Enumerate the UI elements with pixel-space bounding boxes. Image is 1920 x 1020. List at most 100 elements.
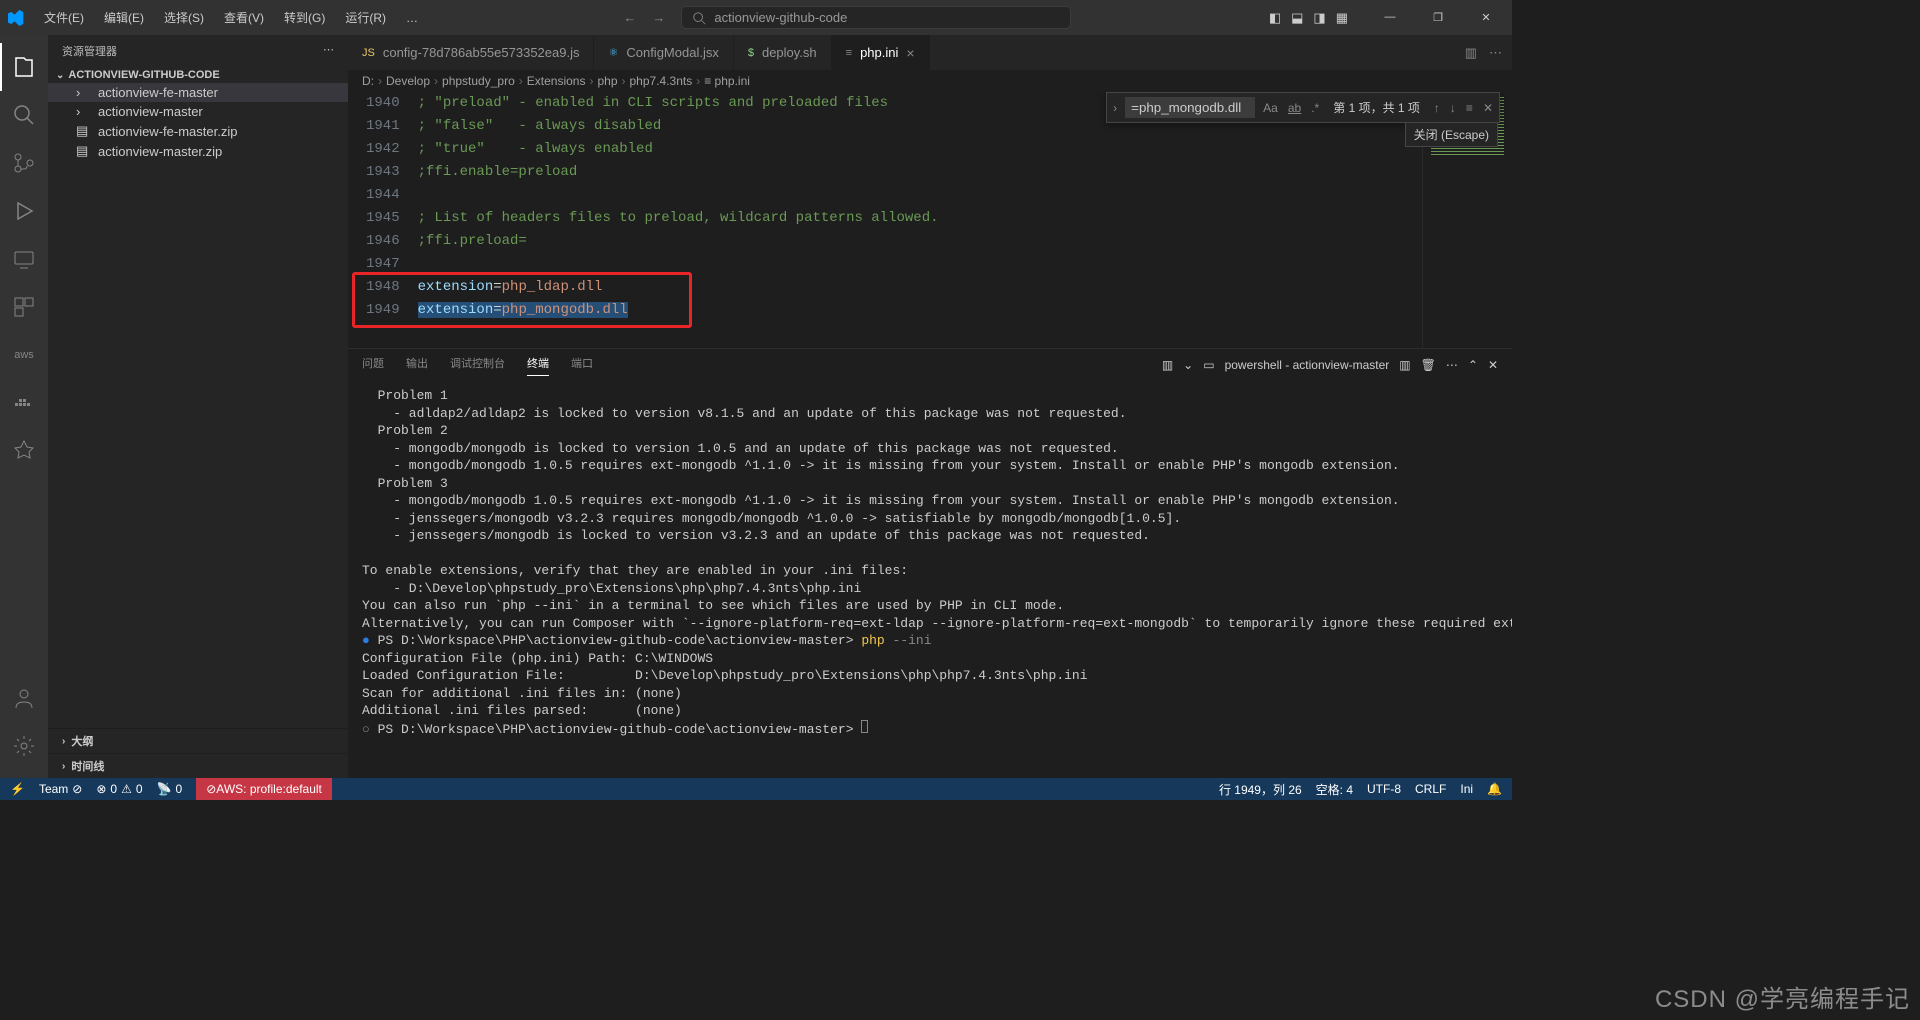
editor-tab[interactable]: $deploy.sh <box>734 35 832 70</box>
menu-run[interactable]: 运行(R) <box>337 5 394 30</box>
close-window-button[interactable]: ✕ <box>1468 11 1504 24</box>
terminal-output[interactable]: Problem 1 - adldap2/adldap2 is locked to… <box>348 381 1512 778</box>
find-close-icon[interactable]: ✕ <box>1481 101 1495 115</box>
status-team[interactable]: Team ⊘ <box>39 782 82 796</box>
tree-item[interactable]: ▤actionview-fe-master.zip <box>48 121 348 141</box>
outline-section[interactable]: ›大纲 <box>48 728 348 753</box>
tab-close-icon[interactable]: × <box>906 45 914 61</box>
panel-tab[interactable]: 端口 <box>571 355 593 376</box>
react-icon: ⚛ <box>608 46 618 59</box>
find-next-icon[interactable]: ↓ <box>1448 101 1458 115</box>
find-input[interactable] <box>1125 97 1255 118</box>
tree-item[interactable]: ›actionview-master <box>48 102 348 121</box>
layout-bottom-icon[interactable]: ⬓ <box>1291 10 1303 26</box>
panel-tab[interactable]: 终端 <box>527 355 549 376</box>
menu-file[interactable]: 文件(E) <box>36 5 92 30</box>
project-header[interactable]: ⌄ ACTIONVIEW-GITHUB-CODE <box>48 67 348 83</box>
panel-tab[interactable]: 调试控制台 <box>450 355 505 376</box>
panel-tab[interactable]: 输出 <box>406 355 428 376</box>
activity-run-debug[interactable] <box>0 187 48 235</box>
command-center[interactable]: actionview-github-code <box>681 6 1071 29</box>
find-status: 第 1 项，共 1 项 <box>1327 99 1426 116</box>
editor-tab[interactable]: ⚛ConfigModal.jsx <box>594 35 733 70</box>
find-prev-icon[interactable]: ↑ <box>1432 101 1442 115</box>
editor-tab[interactable]: JSconfig-78d786ab55e573352ea9.js <box>348 35 594 70</box>
find-expand-icon[interactable]: › <box>1111 101 1119 115</box>
find-regex-icon[interactable]: .* <box>1309 101 1321 115</box>
status-problems[interactable]: ⊗ 0 ⚠ 0 <box>96 782 142 796</box>
breadcrumb-item[interactable]: php7.4.3nts <box>630 74 693 88</box>
status-cursor[interactable]: 行 1949，列 26 <box>1219 781 1302 798</box>
breadcrumb-item[interactable]: phpstudy_pro <box>442 74 515 88</box>
panel-shell-label[interactable]: powershell - actionview-master <box>1225 358 1390 372</box>
tab-more-icon[interactable]: ⋯ <box>1489 45 1502 61</box>
code-content[interactable]: ; "preload" - enabled in CLI scripts and… <box>418 92 1422 348</box>
panel-maximize-icon[interactable]: ⌃ <box>1468 358 1478 372</box>
status-encoding[interactable]: UTF-8 <box>1367 781 1401 798</box>
panel-close-icon[interactable]: ✕ <box>1488 358 1498 372</box>
find-widget: › Aa ab .* 第 1 项，共 1 项 ↑ ↓ ≡ ✕ <box>1106 92 1500 123</box>
layout-right-icon[interactable]: ◨ <box>1313 10 1325 26</box>
breadcrumb[interactable]: D:›Develop›phpstudy_pro›Extensions›php›p… <box>348 70 1512 92</box>
activity-bar: aws <box>0 35 48 778</box>
vscode-logo <box>8 10 24 26</box>
menu-view[interactable]: 查看(V) <box>216 5 272 30</box>
remote-indicator-icon[interactable]: ⚡ <box>10 782 25 796</box>
activity-settings[interactable] <box>0 722 48 770</box>
panel-new-terminal-icon[interactable]: ▥ <box>1399 358 1410 372</box>
activity-source-control[interactable] <box>0 139 48 187</box>
activity-other[interactable] <box>0 427 48 475</box>
folder-icon: › <box>76 104 92 119</box>
activity-search[interactable] <box>0 91 48 139</box>
tree-item[interactable]: ▤actionview-master.zip <box>48 141 348 161</box>
activity-extensions[interactable] <box>0 283 48 331</box>
activity-explorer[interactable] <box>0 43 48 91</box>
panel-split-dropdown-icon[interactable]: ⌄ <box>1183 358 1193 372</box>
minimize-button[interactable]: — <box>1372 11 1408 24</box>
activity-remote[interactable] <box>0 235 48 283</box>
tree-item-label: actionview-fe-master.zip <box>98 124 237 139</box>
editor-body[interactable]: 1940194119421943194419451946194719481949… <box>348 92 1512 348</box>
menu-goto[interactable]: 转到(G) <box>276 5 333 30</box>
panel-trash-icon[interactable]: 🗑 <box>1421 358 1436 372</box>
breadcrumb-item[interactable]: Extensions <box>527 74 586 88</box>
nav-back-icon[interactable]: ← <box>623 10 636 25</box>
timeline-section[interactable]: ›时间线 <box>48 753 348 778</box>
status-indent[interactable]: 空格: 4 <box>1316 781 1353 798</box>
sidebar-more-icon[interactable]: ⋯ <box>323 43 334 59</box>
menu-select[interactable]: 选择(S) <box>156 5 212 30</box>
nav-forward-icon[interactable]: → <box>652 10 665 25</box>
title-bar: 文件(E) 编辑(E) 选择(S) 查看(V) 转到(G) 运行(R) … ← … <box>0 0 1512 35</box>
breadcrumb-item[interactable]: Develop <box>386 74 430 88</box>
menu-edit[interactable]: 编辑(E) <box>96 5 152 30</box>
breadcrumb-item[interactable]: ≡ php.ini <box>704 74 750 88</box>
layout-custom-icon[interactable]: ▦ <box>1336 10 1348 26</box>
find-case-icon[interactable]: Aa <box>1261 101 1280 115</box>
status-aws[interactable]: ⊘ AWS: profile:default <box>196 778 332 800</box>
find-selection-icon[interactable]: ≡ <box>1464 101 1475 115</box>
activity-docker[interactable] <box>0 379 48 427</box>
activity-account[interactable] <box>0 674 48 722</box>
js-icon: JS <box>362 47 375 59</box>
command-center-text: actionview-github-code <box>714 10 847 25</box>
tree-item[interactable]: › actionview-fe-master <box>48 83 348 102</box>
line-number-gutter: 1940194119421943194419451946194719481949 <box>348 92 418 348</box>
panel-layout-icon[interactable]: ▥ <box>1162 358 1173 372</box>
maximize-button[interactable]: ❐ <box>1420 11 1456 24</box>
editor-tab[interactable]: ≡php.ini× <box>832 35 930 70</box>
activity-aws[interactable]: aws <box>0 331 48 379</box>
status-ports[interactable]: 📡 0 <box>157 782 183 796</box>
layout-left-icon[interactable]: ◧ <box>1269 10 1281 26</box>
status-eol[interactable]: CRLF <box>1415 781 1446 798</box>
panel-more-icon[interactable]: ⋯ <box>1446 358 1458 372</box>
folder-icon: › <box>76 85 92 100</box>
find-word-icon[interactable]: ab <box>1286 101 1303 115</box>
breadcrumb-item[interactable]: php <box>597 74 617 88</box>
status-lang[interactable]: Ini <box>1460 781 1473 798</box>
menu-more[interactable]: … <box>398 7 426 29</box>
breadcrumb-item[interactable]: D: <box>362 74 374 88</box>
tree-item-label: actionview-fe-master <box>98 85 218 100</box>
panel-tab[interactable]: 问题 <box>362 355 384 376</box>
tab-split-icon[interactable]: ▥ <box>1465 45 1477 61</box>
status-notifications-icon[interactable]: 🔔 <box>1487 781 1502 798</box>
